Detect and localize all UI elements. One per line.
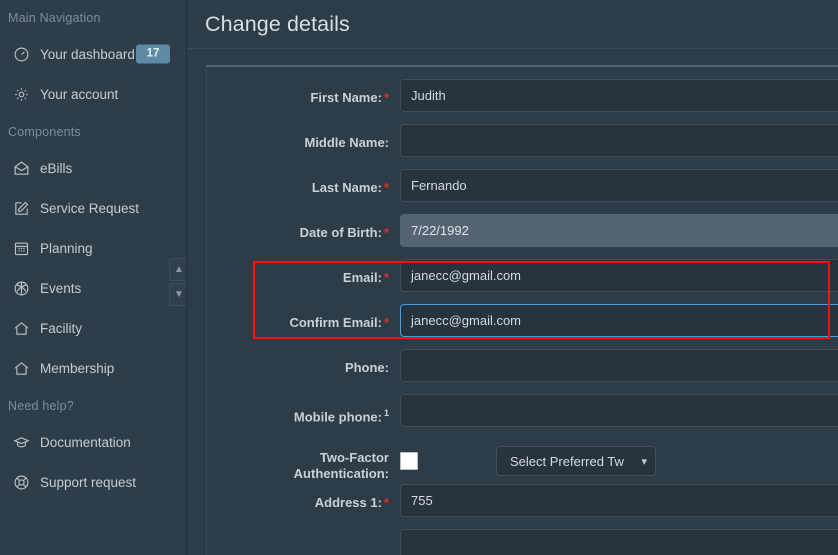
sidebar-item-membership[interactable]: Membership xyxy=(0,348,186,388)
form-row-mobile-phone: Mobile phone:1 xyxy=(207,394,838,439)
form-row-date-of-birth: Date of Birth:* 7/22/1992 xyxy=(207,214,838,259)
phone-input[interactable] xyxy=(400,349,838,382)
sidebar-badge-dashboard: 17 xyxy=(136,45,170,64)
label-confirm-email: Confirm Email:* xyxy=(207,304,400,331)
sidebar-heading-components: Components xyxy=(0,114,186,148)
form-row-address-2-partial xyxy=(207,529,838,555)
sidebar-item-label: Documentation xyxy=(40,435,131,450)
form-row-first-name: First Name:* Judith xyxy=(207,79,838,124)
address-1-input[interactable]: 755 xyxy=(400,484,838,517)
sidebar-item-label: Service Request xyxy=(40,201,139,216)
scroll-up-button[interactable]: ▲ xyxy=(169,258,187,281)
form-row-phone: Phone: xyxy=(207,349,838,394)
label-last-name: Last Name:* xyxy=(207,169,400,196)
select-value: Select Preferred Tw xyxy=(510,454,624,469)
required-asterisk: * xyxy=(384,90,389,105)
form-row-email: Email:* janecc@gmail.com xyxy=(207,259,838,304)
edit-pencil-icon xyxy=(13,200,35,217)
sidebar-item-label: Events xyxy=(40,281,81,296)
dashboard-gauge-icon xyxy=(13,46,35,63)
two-factor-checkbox[interactable] xyxy=(400,452,418,470)
scroll-down-button[interactable]: ▼ xyxy=(169,283,187,306)
page-title: Change details xyxy=(205,12,350,37)
calendar-icon xyxy=(13,240,35,257)
required-asterisk: * xyxy=(384,225,389,240)
page-header: Change details xyxy=(187,0,838,49)
sidebar-item-label: Planning xyxy=(40,241,93,256)
middle-name-input[interactable] xyxy=(400,124,838,157)
sidebar-item-label: Facility xyxy=(40,321,82,336)
sidebar-item-label: Support request xyxy=(40,475,136,490)
label-date-of-birth: Date of Birth:* xyxy=(207,214,400,241)
change-details-form-panel: First Name:* Judith Middle Name: Last Na… xyxy=(206,65,838,555)
label-mobile-phone: Mobile phone:1 xyxy=(207,394,400,425)
form-row-middle-name: Middle Name: xyxy=(207,124,838,169)
form-row-two-factor-authentication: Two-Factor Authentication: Select Prefer… xyxy=(207,439,838,484)
gear-icon xyxy=(13,86,35,103)
graduation-cap-icon xyxy=(13,434,35,451)
first-name-input[interactable]: Judith xyxy=(400,79,838,112)
sidebar-item-label: Your account xyxy=(40,87,118,102)
footnote-marker: 1 xyxy=(384,408,389,418)
label-phone: Phone: xyxy=(207,349,400,376)
home-icon xyxy=(13,360,35,377)
inbox-icon xyxy=(13,160,35,177)
sidebar-item-label: eBills xyxy=(40,161,72,176)
date-of-birth-input[interactable]: 7/22/1992 xyxy=(400,214,838,247)
home-icon xyxy=(13,320,35,337)
sidebar-heading-need-help: Need help? xyxy=(0,388,186,422)
chevron-double-down-icon: ▼ xyxy=(174,289,184,300)
app-root: Main Navigation Your dashboard 17 Your a… xyxy=(0,0,838,555)
preferred-two-factor-select[interactable]: Select Preferred Tw ▾ xyxy=(496,446,656,476)
sidebar-item-your-dashboard[interactable]: Your dashboard 17 xyxy=(0,34,186,74)
main-content: Change details First Name:* Judith Middl… xyxy=(187,0,838,555)
label-address-2 xyxy=(207,529,400,540)
sidebar-item-documentation[interactable]: Documentation xyxy=(0,422,186,462)
form-row-address-1: Address 1:* 755 xyxy=(207,484,838,529)
dribbble-circle-icon xyxy=(13,280,35,297)
sidebar-item-service-request[interactable]: Service Request xyxy=(0,188,186,228)
required-asterisk: * xyxy=(384,270,389,285)
sidebar-item-label: Membership xyxy=(40,361,114,376)
sidebar-item-facility[interactable]: Facility xyxy=(0,308,186,348)
sidebar-item-your-account[interactable]: Your account xyxy=(0,74,186,114)
sidebar-heading-main-navigation: Main Navigation xyxy=(0,0,186,34)
confirm-email-input[interactable]: janecc@gmail.com xyxy=(400,304,838,337)
form-row-confirm-email: Confirm Email:* janecc@gmail.com xyxy=(207,304,838,349)
label-address-1: Address 1:* xyxy=(207,484,400,511)
sidebar-item-events[interactable]: Events xyxy=(0,268,186,308)
required-asterisk: * xyxy=(384,495,389,510)
mobile-phone-input[interactable] xyxy=(400,394,838,427)
required-asterisk: * xyxy=(384,180,389,195)
last-name-input[interactable]: Fernando xyxy=(400,169,838,202)
required-asterisk: * xyxy=(384,315,389,330)
chevron-down-icon: ▾ xyxy=(641,455,647,468)
lifebuoy-icon xyxy=(13,474,35,491)
sidebar-item-planning[interactable]: Planning xyxy=(0,228,186,268)
label-email: Email:* xyxy=(207,259,400,286)
sidebar-item-support-request[interactable]: Support request xyxy=(0,462,186,502)
sidebar-scrollbar[interactable]: ▲ ▼ xyxy=(169,258,187,306)
label-first-name: First Name:* xyxy=(207,79,400,106)
label-middle-name: Middle Name: xyxy=(207,124,400,151)
chevron-double-up-icon: ▲ xyxy=(174,264,184,275)
label-two-factor-authentication: Two-Factor Authentication: xyxy=(207,439,400,482)
email-input[interactable]: janecc@gmail.com xyxy=(400,259,838,292)
form-row-last-name: Last Name:* Fernando xyxy=(207,169,838,214)
sidebar: Main Navigation Your dashboard 17 Your a… xyxy=(0,0,187,555)
sidebar-item-ebills[interactable]: eBills xyxy=(0,148,186,188)
sidebar-item-label: Your dashboard xyxy=(40,47,135,62)
address-2-input[interactable] xyxy=(400,529,838,555)
